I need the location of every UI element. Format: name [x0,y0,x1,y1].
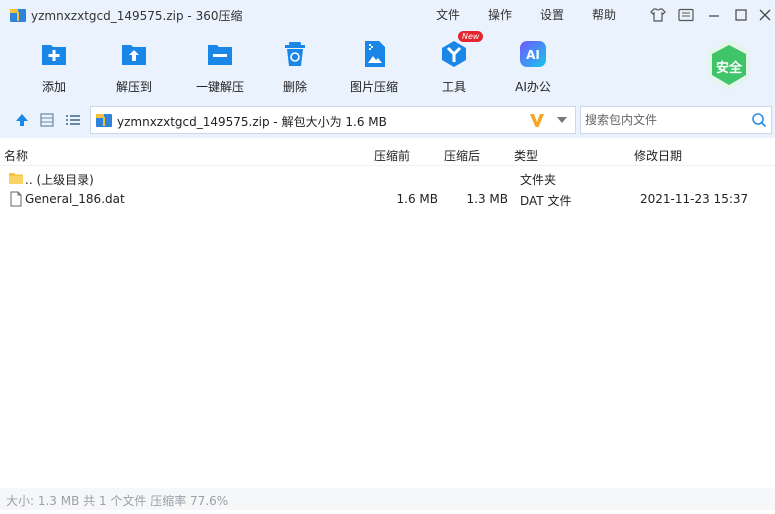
address-row: yzmnxzxtgcd_149575.zip - 解包大小为 1.6 MB [0,102,775,138]
minimize-icon[interactable] [705,6,723,24]
status-text: 大小: 1.3 MB 共 1 个文件 压缩率 77.6% [6,494,229,508]
toolbar: 添加 解压到 一键解压 删除 图片压缩 工具 AI AI办公 [0,30,775,102]
svg-text:AI: AI [526,48,540,62]
file-before: 1.6 MB [396,192,438,206]
window-title: yzmnxzxtgcd_149575.zip - 360压缩 [31,9,243,23]
add-label: 添加 [41,80,66,94]
column-name[interactable]: 名称 [4,147,28,164]
column-after[interactable]: 压缩后 [444,147,480,164]
one-click-extract-button[interactable]: 一键解压 [181,36,259,98]
v-check-icon[interactable] [528,111,546,129]
address-bar[interactable]: yzmnxzxtgcd_149575.zip - 解包大小为 1.6 MB [90,106,576,134]
ai-office-icon: AI [520,41,546,67]
message-icon[interactable] [677,6,695,24]
tools-button[interactable]: 工具 [415,36,493,98]
add-button[interactable]: 添加 [15,36,93,98]
file-type: 文件夹 [520,173,557,187]
maximize-icon[interactable] [732,6,750,24]
ai-office-button[interactable]: AI AI办公 [494,36,572,98]
delete-label: 删除 [282,80,307,94]
ai-office-label: AI办公 [515,80,551,94]
file-after: 1.3 MB [466,192,508,206]
address-path: yzmnxzxtgcd_149575.zip - 解包大小为 1.6 MB [117,115,387,129]
column-type[interactable]: 类型 [514,147,538,164]
search-input[interactable] [585,112,745,128]
one-click-extract-icon [208,45,232,65]
delete-icon [285,42,305,66]
file-modified: 2021-11-23 15:37 [640,192,749,206]
column-before[interactable]: 压缩前 [374,147,410,164]
folder-icon [9,173,23,184]
file-name: General_186.dat [25,192,125,206]
search-box[interactable] [580,106,772,134]
list-view-icon[interactable] [65,112,81,128]
file-type: DAT 文件 [520,194,572,208]
menu-operation[interactable]: 操作 [488,6,512,23]
table-row[interactable]: General_186.dat 1.6 MB 1.3 MB DAT 文件 202… [0,189,775,209]
extract-to-button[interactable]: 解压到 [95,36,173,98]
menu-settings[interactable]: 设置 [540,6,564,23]
menu-help[interactable]: 帮助 [592,6,616,23]
search-icon[interactable] [751,112,767,128]
one-click-extract-label: 一键解压 [195,80,244,94]
extract-to-icon [122,45,146,65]
file-name: .. (上级目录) [25,173,94,187]
tools-label: 工具 [441,80,466,94]
close-icon[interactable] [756,6,774,24]
status-bar: 大小: 1.3 MB 共 1 个文件 压缩率 77.6% [0,488,775,510]
chevron-down-icon[interactable] [557,117,567,123]
menu-file[interactable]: 文件 [436,6,460,23]
delete-button[interactable]: 删除 [256,36,334,98]
skin-icon[interactable] [649,6,667,24]
archive-app-icon [10,9,26,22]
app-window: yzmnxzxtgcd_149575.zip - 360压缩 文件 操作 设置 … [0,0,775,514]
thumbnail-view-icon[interactable] [39,112,55,128]
extract-to-label: 解压到 [115,80,152,94]
image-compress-button[interactable]: 图片压缩 [335,36,413,98]
column-header-row: 名称 压缩前 压缩后 类型 修改日期 [0,138,775,166]
zip-file-icon [96,114,112,127]
up-arrow-icon[interactable] [14,112,30,128]
image-compress-label: 图片压缩 [349,80,398,94]
file-icon [10,191,22,207]
new-badge: New [458,31,484,42]
title-bar: yzmnxzxtgcd_149575.zip - 360压缩 文件 操作 设置 … [0,0,775,30]
bottom-edge [0,510,775,514]
safe-badge-text[interactable]: 安全 [704,57,754,76]
column-modified[interactable]: 修改日期 [634,147,682,164]
add-icon [42,45,66,65]
image-compress-icon [365,41,385,67]
tools-icon [442,41,466,67]
table-row[interactable]: .. (上级目录) 文件夹 [0,168,775,188]
